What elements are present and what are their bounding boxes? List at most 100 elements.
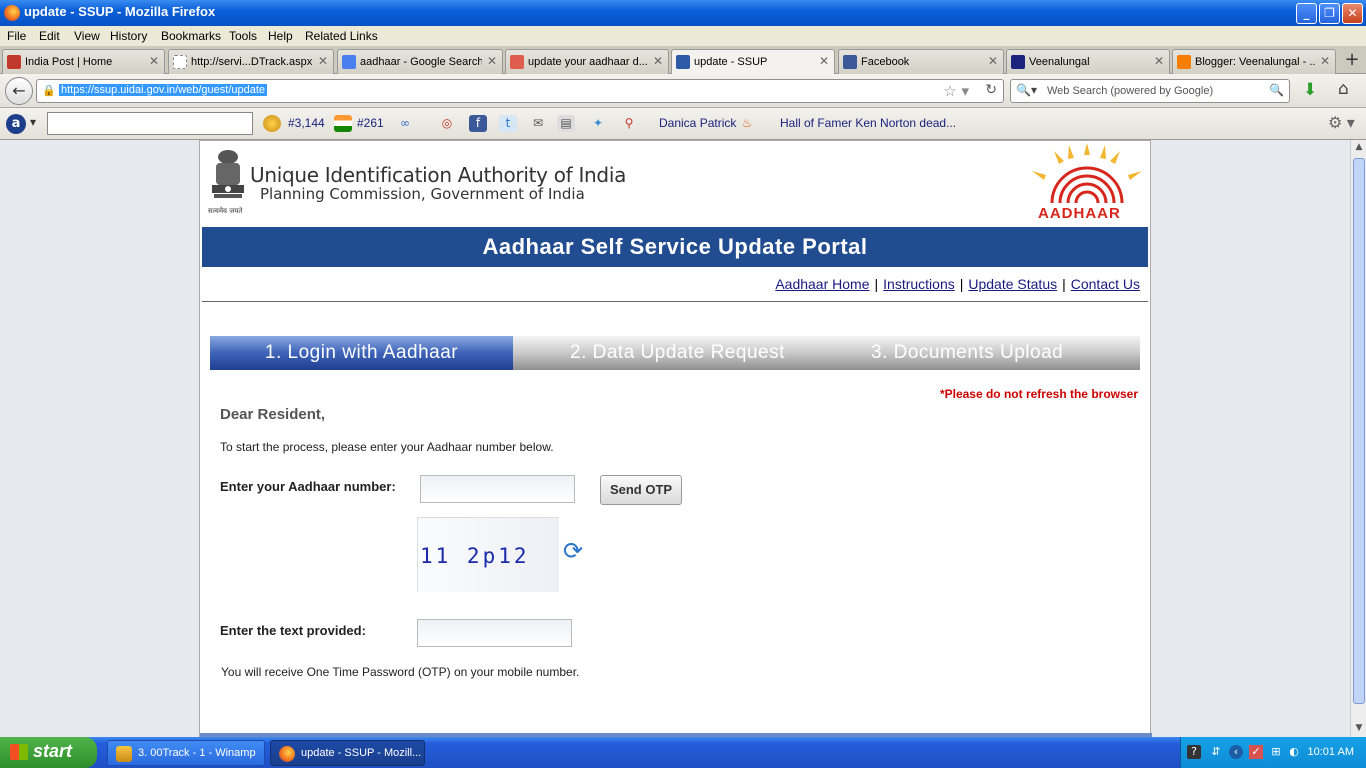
tab-label: http://servi...DTrack.aspx [191,56,313,68]
taskbar-winamp[interactable]: 3. 00Track - 1 - Winamp [107,740,265,766]
menu-bookmarks[interactable]: Bookmarks [161,29,221,43]
top-links: Aadhaar Home | Instructions | Update Status |… [775,276,1140,292]
aadhaar-number-input[interactable] [420,475,575,503]
step-data-update: 2. Data Update Request [570,342,785,363]
tab-update-aadhaar[interactable]: update your aadhaar d... ✕ [505,49,669,74]
tab-dtrack[interactable]: http://servi...DTrack.aspx ✕ [168,49,334,74]
alexa-icon[interactable]: a [6,114,26,134]
search-go-icon[interactable]: 🔍 [1269,83,1284,97]
blank-page-icon [173,55,187,69]
reload-icon[interactable]: ↻ [985,82,997,98]
download-icon[interactable]: ⬇ [1303,80,1317,100]
tab-blogger[interactable]: Blogger: Veenalungal - ... ✕ [1172,49,1336,74]
restore-button[interactable]: ❐ [1319,3,1340,24]
tab-close-icon[interactable]: ✕ [149,54,159,68]
send-otp-button[interactable]: Send OTP [600,475,682,505]
menu-view[interactable]: View [74,29,100,43]
menu-tools[interactable]: Tools [229,29,257,43]
scroll-up-icon[interactable]: ▲ [1353,142,1365,154]
sparkle-icon[interactable]: ✦ [589,115,607,132]
menu-history[interactable]: History [110,29,147,43]
intro-text: To start the process, please enter your … [220,440,554,454]
captcha-refresh-icon[interactable]: ⟳ [563,537,583,565]
menu-related-links[interactable]: Related Links [305,29,378,43]
navigation-bar: ← 🔒 https://ssup.uidai.gov.in/web/guest/… [0,74,1366,108]
system-tray: ? ⇵ ‹ ✓ ⊞ ◐ 10:01 AM [1180,737,1366,768]
ssup-icon [676,55,690,69]
scrollbar-thumb[interactable] [1353,158,1365,704]
trending-icon[interactable]: ♨ [738,115,756,132]
security-tray-icon[interactable]: ✓ [1249,745,1263,759]
menu-help[interactable]: Help [268,29,293,43]
org-subtitle: Planning Commission, Government of India [260,185,585,203]
search-bar[interactable]: 🔍▾ Web Search (powered by Google) 🔍 [1010,79,1290,103]
fire-icon[interactable]: ◎ [438,115,456,132]
step-login: 1. Login with Aadhaar [210,336,513,370]
alexa-menu-icon[interactable]: ▾ [30,115,36,129]
tab-close-icon[interactable]: ✕ [487,54,497,68]
ssup-page: सत्यमेव जयते Unique Identification Autho… [199,140,1152,737]
contact-card-icon[interactable]: ▤ [557,115,575,132]
tab-close-icon[interactable]: ✕ [988,54,998,68]
captcha-input[interactable] [417,619,572,647]
tab-close-icon[interactable]: ✕ [1154,54,1164,68]
news-item-danica[interactable]: Danica Patrick [659,116,736,130]
close-button[interactable]: ✕ [1342,3,1363,24]
tab-google-search[interactable]: aadhaar - Google Search ✕ [337,49,503,74]
link-separator: | [1062,276,1066,292]
news-item-norton[interactable]: Hall of Famer Ken Norton dead... [780,116,956,130]
otp-note: You will receive One Time Password (OTP)… [221,665,580,679]
tab-close-icon[interactable]: ✕ [819,54,829,68]
search-engine-icon[interactable]: 🔍▾ [1016,83,1037,97]
volume-tray-icon[interactable]: ◐ [1287,745,1301,759]
tab-update-ssup[interactable]: update - SSUP ✕ [671,49,835,75]
menu-file[interactable]: File [7,29,26,43]
url-text[interactable]: https://ssup.uidai.gov.in/web/guest/upda… [59,84,268,96]
link-update-status[interactable]: Update Status [968,276,1057,292]
captcha-label: Enter the text provided: [220,623,366,638]
facebook-toolbar-icon[interactable]: f [469,115,487,132]
start-button[interactable]: start [0,737,97,768]
country-rank[interactable]: #261 [357,116,384,130]
display-tray-icon[interactable]: ⊞ [1269,745,1283,759]
collapse-tray-icon[interactable]: ‹ [1229,745,1243,759]
settings-gear-icon[interactable]: ⚙ ▾ [1328,113,1355,133]
mail-icon[interactable]: ✉ [529,115,547,132]
link-aadhaar-home[interactable]: Aadhaar Home [775,276,869,292]
search-fire-icon[interactable]: ⚲ [620,115,638,132]
network-tray-icon[interactable]: ⇵ [1209,745,1223,759]
vertical-scrollbar[interactable]: ▲ ▼ [1350,140,1366,737]
new-tab-button[interactable]: + [1340,49,1364,73]
back-button[interactable]: ← [5,77,33,105]
captcha-text: 11 2p12 [420,544,530,568]
step-documents-upload: 3. Documents Upload [871,342,1064,363]
link-separator: | [959,276,964,292]
twitter-toolbar-icon[interactable]: t [499,115,517,132]
link-instructions[interactable]: Instructions [883,276,955,292]
progress-steps: 1. Login with Aadhaar 2. Data Update Req… [210,336,1140,370]
home-icon[interactable]: ⌂ [1338,79,1349,99]
tab-veenalungal[interactable]: Veenalungal ✕ [1006,49,1170,74]
tab-close-icon[interactable]: ✕ [318,54,328,68]
window-titlebar: update - SSUP - Mozilla Firefox _ ❐ ✕ [0,0,1366,26]
tab-close-icon[interactable]: ✕ [653,54,663,68]
menu-edit[interactable]: Edit [39,29,60,43]
url-bar[interactable]: 🔒 https://ssup.uidai.gov.in/web/guest/up… [36,79,1004,103]
tab-india-post[interactable]: India Post | Home ✕ [2,49,165,74]
window-title: update - SSUP - Mozilla Firefox [24,4,216,19]
india-flag-icon [334,115,352,132]
link-contact-us[interactable]: Contact Us [1071,276,1140,292]
bookmark-star-icon[interactable]: ☆ ▾ [943,82,969,100]
minimize-button[interactable]: _ [1296,3,1317,24]
link-icon[interactable]: ∞ [396,115,414,132]
tab-label: Facebook [861,56,910,68]
toolbar-search-input[interactable] [47,112,253,135]
refresh-warning: *Please do not refresh the browser [939,387,1138,401]
tab-close-icon[interactable]: ✕ [1320,54,1330,68]
taskbar-firefox[interactable]: update - SSUP - Mozill... [270,740,425,766]
tab-facebook[interactable]: Facebook ✕ [838,49,1004,74]
google-icon [342,55,356,69]
scroll-down-icon[interactable]: ▼ [1353,723,1365,735]
help-tray-icon[interactable]: ? [1187,745,1201,759]
global-rank[interactable]: #3,144 [288,116,325,130]
